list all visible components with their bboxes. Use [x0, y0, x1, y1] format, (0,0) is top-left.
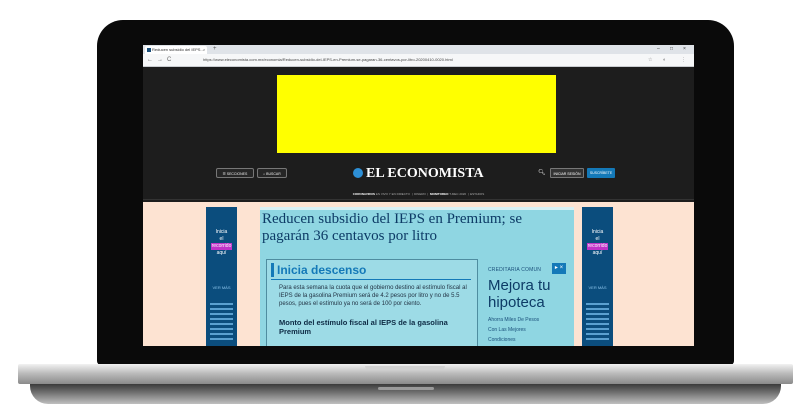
- side-ad-graphic: [210, 303, 233, 343]
- search-icon[interactable]: 🔍︎: [538, 167, 546, 179]
- topic-coronavirus-sub[interactable]: EN VIVO Y EN DIRECTO: [376, 192, 410, 196]
- side-ad-highlight: recorrido: [210, 243, 233, 250]
- new-tab-button[interactable]: +: [213, 45, 217, 53]
- minimize-button[interactable]: –: [657, 45, 660, 54]
- logo-mark-icon: [353, 168, 363, 178]
- article-headline: Reducen subsidio del IEPS en Premium; se…: [262, 211, 522, 244]
- address-bar: ← → C https://www.eleconomista.com.mx/ec…: [143, 54, 694, 67]
- laptop-screen: Reducen subsidio del IEPS... × + – □ × ←…: [143, 45, 694, 346]
- right-side-ad[interactable]: Inicia el recorrido aquí VER MÁS: [582, 207, 613, 346]
- topics-bar: CORONAVIRUS EN VIVO Y EN DIRECTO | DINER…: [352, 192, 485, 196]
- banner-ad[interactable]: [277, 75, 556, 153]
- site-logo[interactable]: EL ECONOMISTA: [353, 165, 484, 183]
- header-divider: [143, 199, 694, 200]
- side-ad-line: el: [219, 236, 224, 242]
- tab-title: Reducen subsidio del IEPS...: [152, 47, 204, 52]
- side-ad-line: aquí: [216, 250, 227, 256]
- topic-dinero[interactable]: DINERO: [414, 192, 426, 196]
- side-ad-highlight: recorrido: [586, 243, 609, 250]
- tab-close-icon[interactable]: ×: [203, 46, 205, 54]
- buscar-button[interactable]: ⌕ BUSCAR: [257, 168, 287, 178]
- suscribete-button[interactable]: SUSCRÍBETE: [587, 168, 615, 178]
- article-topband: [260, 207, 574, 210]
- side-ad-line: Inicia: [215, 229, 228, 235]
- laptop-notch: [365, 366, 445, 370]
- maximize-button[interactable]: □: [670, 45, 673, 54]
- ad-choices-icon[interactable]: ▸ ×: [552, 263, 566, 274]
- infographic-body: Para esta semana la cuota que el gobiern…: [279, 285, 467, 307]
- hipoteca-ad[interactable]: CREDITARIA COMUN ▸ × Mejora tu hipoteca …: [488, 263, 574, 346]
- infographic-subtitle: Monto del estímulo fiscal al IEPS de la …: [279, 318, 448, 336]
- side-ad-line: aquí: [592, 250, 603, 256]
- ad-body: Ahorra Miles De Pesos Con Las Mejores Co…: [488, 315, 539, 345]
- article-area: Reducen subsidio del IEPS en Premium; se…: [260, 207, 574, 346]
- extension-icon[interactable]: ◐: [663, 54, 666, 66]
- topic-coronavirus[interactable]: CORONAVIRUS: [353, 192, 375, 196]
- side-ad-cta[interactable]: VER MÁS: [582, 284, 613, 291]
- iniciar-sesion-button[interactable]: INICIAR SESIÓN: [550, 168, 584, 178]
- browser-tab[interactable]: Reducen subsidio del IEPS... ×: [145, 46, 207, 54]
- reload-button[interactable]: C: [167, 54, 171, 66]
- laptop-groove: [378, 387, 434, 390]
- url-field[interactable]: https://www.eleconomista.com.mx/economia…: [203, 57, 633, 63]
- back-button[interactable]: ←: [147, 54, 153, 66]
- logo-text: EL ECONOMISTA: [366, 166, 484, 181]
- favicon-icon: [147, 48, 151, 52]
- page-content: Inicia el recorrido aquí VER MÁS Reducen…: [143, 202, 694, 346]
- left-side-ad[interactable]: Inicia el recorrido aquí VER MÁS: [206, 207, 237, 346]
- ad-line: Con Las Mejores: [488, 327, 526, 333]
- forward-button[interactable]: →: [157, 54, 163, 66]
- side-ad-line: el: [595, 236, 600, 242]
- infographic-title: Inicia descenso: [271, 263, 366, 277]
- menu-dots-icon[interactable]: ⋮: [681, 54, 686, 66]
- infographic-rule: [271, 279, 471, 280]
- ad-line: Ahorra Miles De Pesos: [488, 317, 540, 323]
- ad-brand: CREDITARIA COMUN: [488, 267, 542, 273]
- topic-estados[interactable]: ESTADOS: [470, 192, 484, 196]
- side-ad-graphic: [586, 303, 609, 343]
- close-window-button[interactable]: ×: [683, 45, 686, 54]
- secciones-button[interactable]: ☰ SECCIONES: [216, 168, 254, 178]
- infographic-box: Inicia descenso Para esta semana la cuot…: [266, 259, 478, 346]
- topic-tmec[interactable]: T-MEC 2020: [449, 192, 466, 196]
- browser-titlebar: Reducen subsidio del IEPS... × + – □ ×: [143, 45, 694, 54]
- topic-monitoreo[interactable]: MONITOREO: [430, 192, 448, 196]
- side-ad-line: Inicia: [591, 229, 604, 235]
- ad-line: Condiciones: [488, 337, 516, 343]
- side-ad-cta[interactable]: VER MÁS: [206, 284, 237, 291]
- bookmark-star-icon[interactable]: ☆: [648, 54, 652, 66]
- site-header: ☰ SECCIONES ⌕ BUSCAR EL ECONOMISTA 🔍︎ IN…: [143, 163, 694, 185]
- ad-headline: Mejora tu hipoteca: [488, 277, 551, 311]
